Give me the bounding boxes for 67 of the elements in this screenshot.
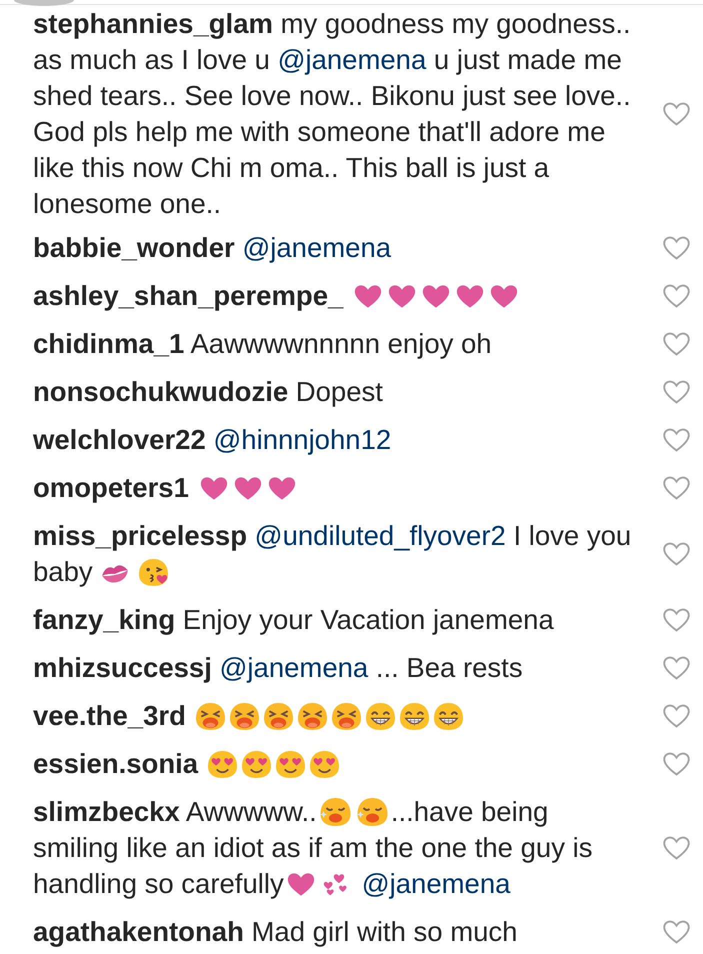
comment-text: slimzbeckx Awwwww.. ...have being smiling like an idiot as if am the one the guy is handling so carefully @janemena bbox=[33, 795, 594, 901]
heart-icon bbox=[490, 285, 518, 308]
username-link[interactable]: babbie_wonder bbox=[33, 232, 235, 263]
heart-outline-icon[interactable] bbox=[663, 380, 690, 404]
heart-outline-icon[interactable] bbox=[663, 542, 690, 566]
heart-eyes-face-icon bbox=[309, 750, 340, 779]
heart-outline-icon[interactable] bbox=[663, 284, 690, 308]
comment-text: nonsochukwudozie Dopest bbox=[33, 375, 384, 409]
heart-icon bbox=[268, 477, 296, 500]
tired-face-icon bbox=[195, 702, 226, 731]
heart-icon bbox=[388, 285, 416, 308]
username-link[interactable]: mhizsuccessj bbox=[33, 652, 212, 683]
heart-outline-icon[interactable] bbox=[663, 836, 690, 860]
heart-outline-icon[interactable] bbox=[663, 656, 690, 680]
heart-outline-icon[interactable] bbox=[663, 608, 690, 632]
tired-face-icon bbox=[229, 702, 260, 731]
username-link[interactable]: nonsochukwudozie bbox=[33, 376, 288, 407]
heart-eyes-face-icon bbox=[207, 750, 238, 779]
heart-outline-icon[interactable] bbox=[663, 102, 690, 126]
tired-face-icon bbox=[263, 702, 294, 731]
mention-link[interactable]: @undiluted_flyover2 bbox=[254, 520, 506, 551]
heart-outline-icon[interactable] bbox=[663, 428, 690, 452]
grinning-face-icon bbox=[433, 702, 464, 731]
username-link[interactable]: ashley_shan_perempe_ bbox=[33, 280, 344, 311]
tired-face-icon bbox=[331, 702, 362, 731]
mention-link[interactable]: @janemena bbox=[362, 868, 510, 899]
username-link[interactable]: fanzy_king bbox=[33, 604, 176, 635]
username-link[interactable]: vee.the_3rd bbox=[33, 700, 186, 731]
tired-face-icon bbox=[297, 702, 328, 731]
comment-text: mhizsuccessj @janemena ... Bea rests bbox=[33, 651, 524, 685]
comment-text: agathakentonah Mad girl with so much bbox=[33, 915, 518, 949]
mention-link[interactable]: @janemena bbox=[220, 652, 368, 683]
heart-icon bbox=[456, 285, 484, 308]
comment-text: stephannies_glam my goodness my goodness.. as much as I love u @janemena u just made me shed tears.. See love now.. Bikonu just see love.. God pls help me with someone that'll adore me like this now Chi m oma.. This ball is just a lonesome one.. bbox=[33, 7, 632, 221]
heart-eyes-face-icon bbox=[241, 750, 272, 779]
heart-outline-icon[interactable] bbox=[663, 476, 690, 500]
heart-outline-icon[interactable] bbox=[663, 752, 690, 776]
weary-face-icon bbox=[356, 797, 389, 827]
heart-outline-icon[interactable] bbox=[663, 704, 690, 728]
grinning-face-icon bbox=[365, 702, 396, 731]
username-link[interactable]: essien.sonia bbox=[33, 748, 198, 779]
username-link[interactable]: omopeters1 bbox=[33, 472, 189, 503]
comment-text: chidinma_1 Aawwwwnnnnn enjoy oh bbox=[33, 327, 493, 361]
kissing-face-icon bbox=[138, 558, 169, 587]
mention-link[interactable]: @hinnnjohn12 bbox=[213, 424, 392, 455]
heart-icon bbox=[234, 477, 262, 500]
username-link[interactable]: chidinma_1 bbox=[33, 328, 184, 359]
heart-eyes-face-icon bbox=[275, 750, 306, 779]
heart-icon bbox=[422, 285, 450, 308]
username-link[interactable]: agathakentonah bbox=[33, 916, 244, 947]
heart-icon bbox=[286, 873, 315, 896]
mention-link[interactable]: @janemena bbox=[278, 44, 426, 75]
heart-outline-icon[interactable] bbox=[663, 920, 690, 944]
username-link[interactable]: welchlover22 bbox=[33, 424, 206, 455]
username-link[interactable]: miss_pricelessp bbox=[33, 520, 248, 551]
grinning-face-icon bbox=[399, 702, 430, 731]
username-link[interactable]: stephannies_glam bbox=[33, 8, 273, 39]
weary-face-icon bbox=[318, 797, 352, 827]
username-link[interactable]: slimzbeckx bbox=[33, 796, 180, 827]
mention-link[interactable]: @janemena bbox=[242, 232, 392, 263]
comment-text: fanzy_king Enjoy your Vacation janemena bbox=[33, 603, 555, 637]
heart-outline-icon[interactable] bbox=[663, 236, 690, 260]
heart-icon bbox=[200, 477, 228, 500]
comment-text: miss_pricelessp @undiluted_flyover2 I love you baby bbox=[33, 519, 632, 589]
avatar-placeholder bbox=[14, 0, 74, 6]
heart-icon bbox=[354, 285, 382, 308]
heart-outline-icon[interactable] bbox=[663, 332, 690, 356]
